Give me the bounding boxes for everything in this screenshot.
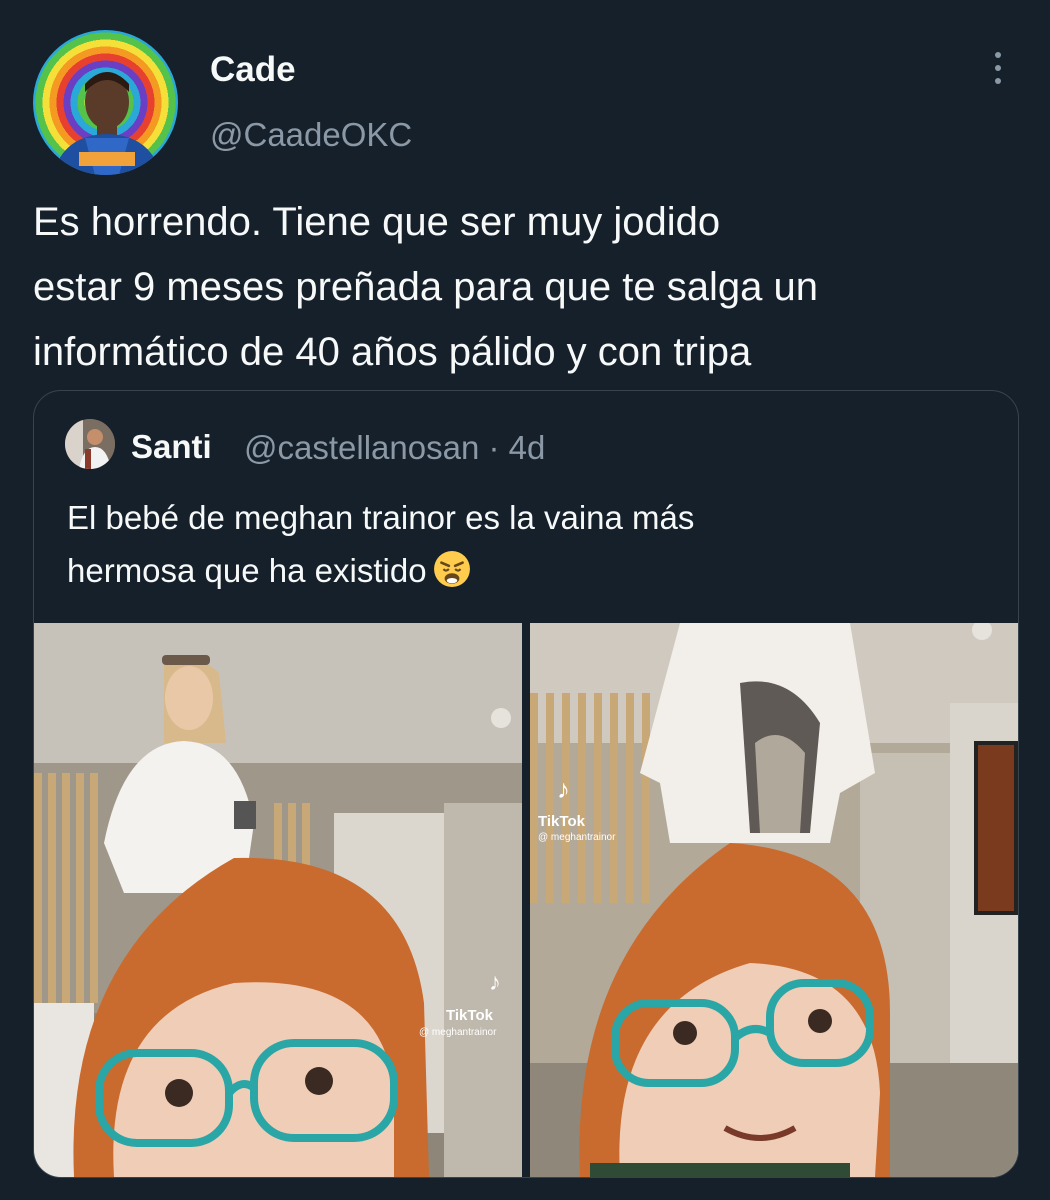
media-gallery: ♪ TikTok @ meghantrainor ♪ TikTok @ megh… xyxy=(34,623,1018,1177)
tiktok-logo-icon: ♪ xyxy=(557,774,570,804)
author-avatar[interactable] xyxy=(33,30,178,175)
watermark-brand: TikTok xyxy=(538,813,585,830)
video-frame-image: ♪ xyxy=(34,623,522,1177)
more-dot xyxy=(995,65,1001,71)
watermark-user: @ meghantrainor xyxy=(538,832,616,843)
avatar-image xyxy=(65,419,115,469)
quoted-tweet-card[interactable]: Santi @castellanosan · 4d El bebé de meg… xyxy=(33,390,1019,1178)
more-dot xyxy=(995,78,1001,84)
quoted-tweet-text: El bebé de meghan trainor es la vaina má… xyxy=(67,491,987,597)
watermark-user: @ meghantrainor xyxy=(419,1027,497,1038)
author-display-name[interactable]: Cade xyxy=(210,50,296,90)
video-frame-image: ♪ xyxy=(530,623,1018,1177)
more-vertical-icon xyxy=(995,52,1001,58)
more-options-button[interactable] xyxy=(980,52,1016,92)
weary-face-emoji xyxy=(433,551,470,587)
watermark-brand: TikTok xyxy=(446,1007,493,1024)
quoted-author-display-name[interactable]: Santi xyxy=(131,428,212,466)
quoted-text-line: hermosa que ha existido xyxy=(67,544,987,597)
media-image[interactable]: ♪ TikTok @ meghantrainor xyxy=(530,623,1018,1177)
tweet-text: Es horrendo. Tiene que ser muy jodido es… xyxy=(33,190,1023,385)
media-image[interactable]: ♪ TikTok @ meghantrainor xyxy=(34,623,522,1177)
quoted-text-line: El bebé de meghan trainor es la vaina má… xyxy=(67,499,695,536)
tweet-text-line: estar 9 meses preñada para que te salga … xyxy=(33,265,818,309)
tiktok-logo-icon: ♪ xyxy=(489,969,501,996)
tweet: Cade @CaadeOKC Es horrendo. Tiene que se… xyxy=(0,0,1050,1200)
tweet-text-line: Es horrendo. Tiene que ser muy jodido xyxy=(33,200,721,244)
quoted-text-line-content: hermosa que ha existido xyxy=(67,552,427,589)
author-handle[interactable]: @CaadeOKC xyxy=(210,116,412,154)
avatar-image xyxy=(53,72,161,175)
quoted-author-handle[interactable]: @castellanosan · 4d xyxy=(244,429,545,467)
quoted-author-avatar[interactable] xyxy=(65,419,115,469)
tweet-text-line: informático de 40 años pálido y con trip… xyxy=(33,330,752,374)
